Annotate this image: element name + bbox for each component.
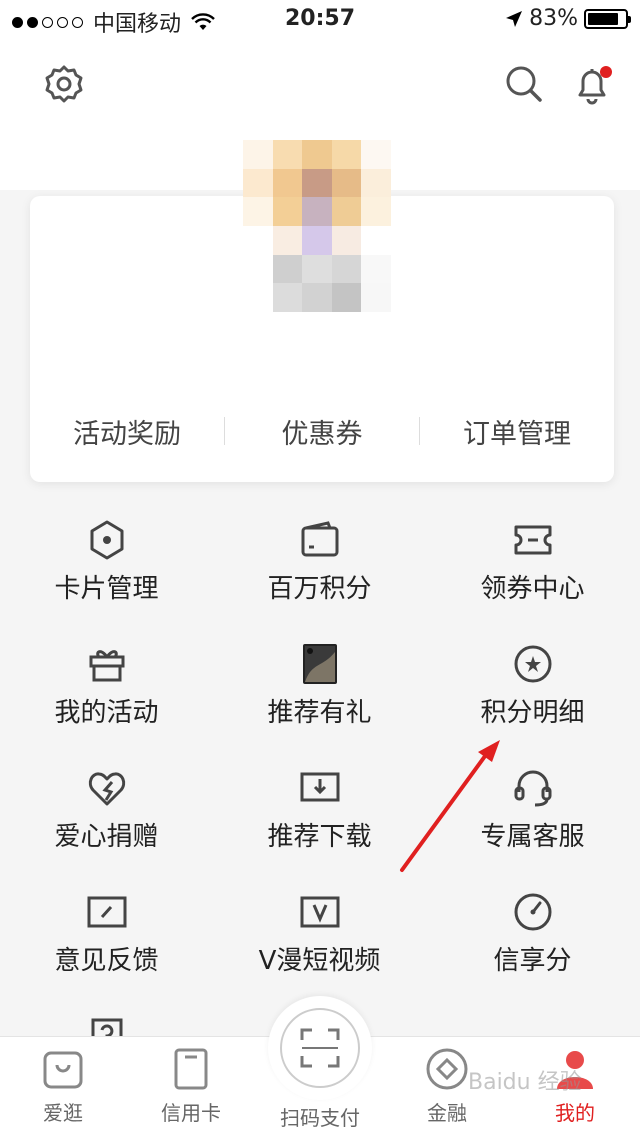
- battery-percent: 83%: [529, 6, 578, 31]
- menu-referral-reward[interactable]: 推荐有礼: [213, 628, 426, 748]
- menu-feedback[interactable]: 意见反馈: [0, 876, 213, 996]
- menu-label: 爱心捐赠: [54, 822, 159, 852]
- gift-icon: [89, 650, 124, 682]
- menu-label: 百万积分: [267, 574, 372, 604]
- menu-exclusive-service[interactable]: 专属客服: [426, 752, 639, 872]
- wallet-icon: [301, 521, 338, 557]
- status-right: 83%: [505, 6, 631, 31]
- tab-label: 金融: [427, 1101, 467, 1125]
- menu-my-activities[interactable]: 我的活动: [0, 628, 213, 748]
- avatar[interactable]: [243, 140, 391, 312]
- card-icon: [174, 1048, 208, 1090]
- bag-icon: [43, 1051, 83, 1089]
- coupon-link[interactable]: 优惠券: [225, 412, 419, 451]
- scan-inner: [280, 1008, 360, 1088]
- menu-label: 推荐下载: [267, 822, 372, 852]
- star-circle-icon: [514, 645, 551, 683]
- profile-links: 活动奖励 优惠券 订单管理: [30, 402, 614, 460]
- scan-pay-button[interactable]: [268, 996, 372, 1100]
- scan-pay-label: 扫码支付: [280, 1106, 360, 1130]
- v-icon: [300, 896, 339, 928]
- menu-label: 信享分: [493, 946, 572, 976]
- menu-label: 卡片管理: [54, 574, 159, 604]
- hexagon-icon: [90, 520, 123, 560]
- menu-charity-donation[interactable]: 爱心捐赠: [0, 752, 213, 872]
- menu-v-short-video[interactable]: V漫短视频: [213, 876, 426, 996]
- search-icon[interactable]: [502, 62, 546, 106]
- tab-label: 信用卡: [161, 1101, 221, 1125]
- menu-recommend-download[interactable]: 推荐下载: [213, 752, 426, 872]
- order-management-link[interactable]: 订单管理: [420, 412, 614, 451]
- edit-icon: [87, 896, 126, 928]
- menu-label: 领券中心: [480, 574, 585, 604]
- gear-icon[interactable]: [42, 62, 86, 106]
- menu-label: 意见反馈: [54, 946, 159, 976]
- activity-reward-link[interactable]: 活动奖励: [30, 412, 224, 451]
- location-arrow-icon: [506, 10, 523, 27]
- menu-label: 推荐有礼: [267, 698, 372, 728]
- tab-label: 爱逛: [43, 1101, 83, 1125]
- phone-image-icon: [302, 644, 337, 684]
- gauge-icon: [514, 893, 551, 931]
- status-bar: 中国移动 20:57 83%: [0, 0, 640, 40]
- menu-coupon-center[interactable]: 领券中心: [426, 504, 639, 624]
- scan-icon: [300, 1028, 340, 1068]
- menu-points-detail[interactable]: 积分明细: [426, 628, 639, 748]
- tab-browse[interactable]: 爱逛: [8, 1047, 118, 1126]
- tab-label: 我的: [555, 1101, 595, 1125]
- menu-grid: 卡片管理 百万积分 领券中心 我的活动 推荐有礼 积分明细 爱心捐赠 推荐下载 …: [0, 500, 640, 1054]
- battery-icon: [584, 8, 631, 29]
- bell-button[interactable]: [570, 62, 614, 106]
- menu-label: 我的活动: [54, 698, 159, 728]
- menu-label: 专属客服: [480, 822, 585, 852]
- headset-icon: [514, 770, 551, 807]
- download-icon: [300, 772, 339, 802]
- menu-million-points[interactable]: 百万积分: [213, 504, 426, 624]
- tab-credit-card[interactable]: 信用卡: [136, 1047, 246, 1126]
- watermark: Baidu 经验: [468, 1070, 582, 1095]
- menu-card-management[interactable]: 卡片管理: [0, 504, 213, 624]
- menu-credit-score[interactable]: 信享分: [426, 876, 639, 996]
- menu-label: V漫短视频: [258, 946, 381, 976]
- notification-dot: [600, 66, 612, 78]
- menu-label: 积分明细: [480, 698, 585, 728]
- ticket-icon: [514, 525, 551, 555]
- heart-icon: [88, 772, 125, 806]
- diamond-icon: [426, 1048, 468, 1090]
